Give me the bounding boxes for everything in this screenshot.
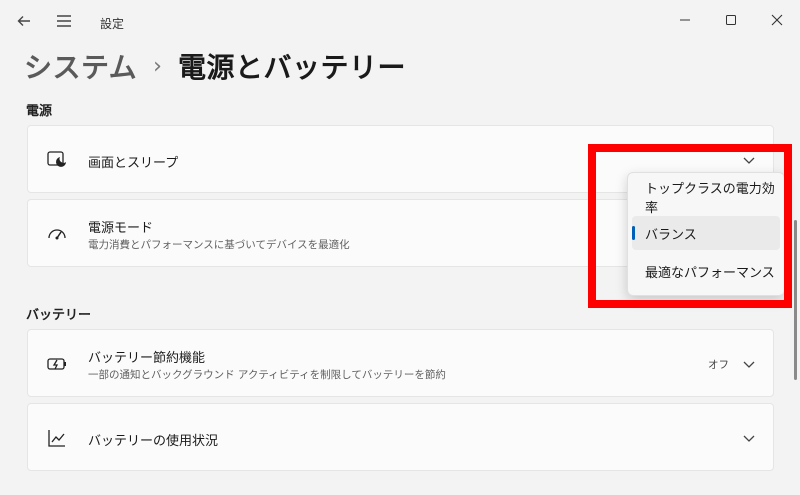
back-arrow-icon: [17, 16, 30, 26]
power-mode-label: 電源モード: [88, 221, 154, 236]
usage-chart-icon: [46, 427, 68, 449]
navigation-menu-button[interactable]: [46, 6, 82, 36]
power-mode-description: 電力消費とパフォーマンスに基づいてデバイスを最適化: [88, 239, 350, 251]
breadcrumb-separator: ›: [153, 53, 162, 79]
highlight-annotation-box: [588, 144, 792, 308]
battery-saver-icon: [46, 353, 68, 375]
close-icon: [771, 14, 783, 26]
minimize-icon: [680, 19, 690, 21]
scrollbar-thumb[interactable]: [794, 220, 797, 380]
hamburger-icon: [57, 15, 71, 27]
chevron-down-icon: [741, 430, 757, 446]
battery-saver-card[interactable]: バッテリー節約機能 一部の通知とバックグラウンド アクティビティを制限してバッテ…: [27, 329, 774, 397]
breadcrumb-parent-link[interactable]: システム: [24, 46, 137, 86]
battery-usage-label: バッテリーの使用状況: [88, 434, 219, 449]
screen-sleep-icon: [46, 149, 68, 171]
breadcrumb: システム › 電源とバッテリー: [24, 46, 406, 86]
battery-saver-label: バッテリー節約機能: [88, 351, 206, 366]
app-title: 設定: [100, 17, 125, 31]
power-mode-icon: [46, 223, 68, 245]
chevron-down-icon[interactable]: [741, 356, 757, 372]
screen-sleep-label: 画面とスリープ: [88, 156, 179, 171]
section-title-battery: バッテリー: [26, 308, 92, 323]
close-button[interactable]: [754, 6, 800, 34]
minimize-button[interactable]: [662, 6, 708, 34]
maximize-icon: [726, 15, 736, 25]
battery-usage-card[interactable]: バッテリーの使用状況: [27, 403, 774, 471]
back-button[interactable]: [6, 6, 42, 36]
section-title-power: 電源: [26, 104, 53, 119]
page-title: 電源とバッテリー: [177, 51, 406, 84]
title-bar: 設定: [0, 0, 800, 44]
battery-saver-state: オフ: [708, 359, 729, 371]
maximize-button[interactable]: [708, 6, 754, 34]
battery-saver-description: 一部の通知とバックグラウンド アクティビティを制限してバッテリーを節約: [88, 369, 446, 381]
